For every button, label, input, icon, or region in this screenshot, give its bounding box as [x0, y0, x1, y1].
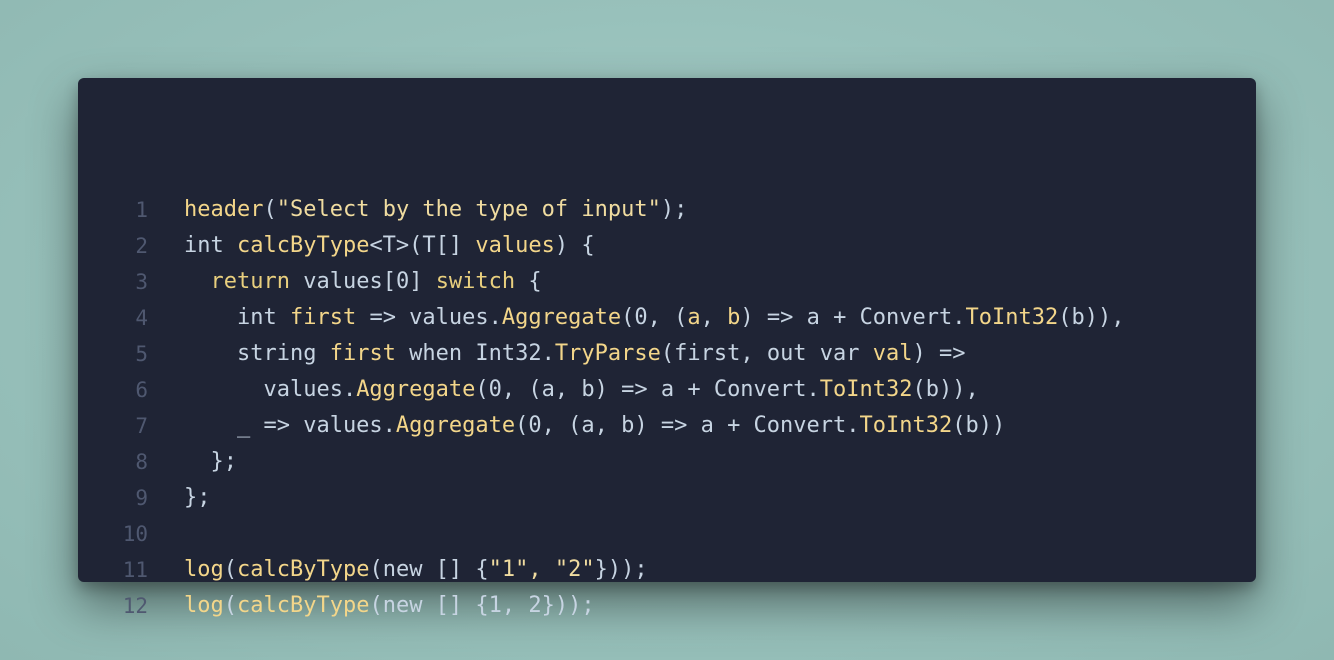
code-token: string [184, 341, 330, 366]
line-number: 1 [135, 198, 148, 222]
code-token: (0, (a, b) => a + Convert. [515, 413, 860, 438]
code-line: 4 int first => values.Aggregate(0, (a, b… [78, 300, 1256, 336]
code-line: 12 log(calcByType(new [] {1, 2})); [78, 588, 1256, 624]
code-token: ToInt32 [965, 305, 1059, 330]
code-token: Aggregate [356, 377, 476, 402]
code-line: 2 int calcByType<T>(T[] values) { [78, 228, 1256, 264]
code-token: log [184, 593, 224, 618]
code-token: Aggregate [501, 305, 622, 330]
code-line: 1 header("Select by the type of input"); [78, 192, 1256, 228]
code-token: int [184, 233, 237, 258]
line-number: 6 [135, 378, 148, 402]
line-code: int calcByType<T>(T[] values) { [184, 228, 595, 264]
code-token: values. [184, 377, 357, 402]
code-line: 11 log(calcByType(new [] {"1", "2"})); [78, 552, 1256, 588]
code-token: ) { [554, 233, 595, 258]
code-token: }; [184, 485, 211, 510]
code-token: (b)), [1058, 305, 1125, 330]
code-token: (new [] {1, 2})); [369, 593, 595, 618]
code-card: 1 header("Select by the type of input"); 2… [78, 78, 1256, 618]
code-line: 5 string first when Int32.TryParse(first… [78, 336, 1256, 372]
code-token: ( [223, 593, 237, 618]
code-token: calcByType [237, 557, 370, 582]
code-token: "Select by the type of input" [276, 197, 661, 222]
line-number: 7 [135, 414, 148, 438]
line-number: 2 [135, 234, 148, 258]
code-line: 10 [78, 516, 1256, 552]
code-token: first [329, 341, 396, 366]
code-token: (first, out var [660, 341, 873, 366]
code-token: int [184, 305, 290, 330]
code-block: 1 header("Select by the type of input"); 2… [78, 192, 1256, 624]
code-token: ToInt32 [859, 413, 953, 438]
code-token: }; [184, 449, 237, 474]
code-token: (b)) [952, 413, 1006, 438]
line-code: values.Aggregate(0, (a, b) => a + Conver… [184, 372, 979, 408]
code-token: (0, (a, b) => a + Convert. [475, 377, 820, 402]
line-code: header("Select by the type of input"); [184, 192, 687, 228]
code-token: (b)), [912, 377, 979, 402]
code-token: <T>(T[] [369, 233, 476, 258]
code-token: (0, ( [621, 305, 688, 330]
code-token: values[0] [289, 269, 436, 294]
code-token: _ => values. [184, 413, 396, 438]
code-token: calcByType [236, 233, 370, 258]
code-token: ) => [912, 341, 966, 366]
code-token: return [210, 269, 290, 294]
line-code: return values[0] switch { [184, 264, 542, 300]
code-token: ToInt32 [819, 377, 913, 402]
code-token: Aggregate [395, 413, 516, 438]
code-token: ); [660, 197, 688, 222]
code-token: "1", "2" [488, 557, 595, 582]
code-token: })); [594, 557, 648, 582]
line-number: 5 [135, 342, 148, 366]
code-token: (new [] { [369, 557, 489, 582]
code-token: when Int32. [395, 341, 555, 366]
line-code: }; [184, 444, 237, 480]
code-token: first [289, 305, 357, 330]
code-token: ( [263, 197, 277, 222]
code-token: switch [435, 269, 516, 294]
line-code: int first => values.Aggregate(0, (a, b) … [184, 300, 1125, 336]
code-token: { [515, 269, 542, 294]
line-number: 8 [135, 450, 148, 474]
line-number: 3 [135, 270, 148, 294]
line-code: string first when Int32.TryParse(first, … [184, 336, 966, 372]
code-token: log [184, 557, 224, 582]
code-line: 6 values.Aggregate(0, (a, b) => a + Conv… [78, 372, 1256, 408]
code-line: 8 }; [78, 444, 1256, 480]
code-token: ( [223, 557, 237, 582]
line-number: 12 [122, 594, 148, 618]
line-code: log(calcByType(new [] {1, 2})); [184, 588, 595, 624]
code-line: 7 _ => values.Aggregate(0, (a, b) => a +… [78, 408, 1256, 444]
code-token: TryParse [554, 341, 661, 366]
line-code: log(calcByType(new [] {"1", "2"})); [184, 552, 648, 588]
code-token: a [687, 305, 701, 330]
line-code: _ => values.Aggregate(0, (a, b) => a + C… [184, 408, 1005, 444]
code-token: b [727, 305, 741, 330]
line-number: 10 [122, 522, 148, 546]
code-token: header [184, 197, 264, 222]
code-token: val [872, 341, 913, 366]
code-line: 9}; [78, 480, 1256, 516]
code-token: ) => a + Convert. [740, 305, 966, 330]
line-number: 11 [122, 558, 148, 582]
code-token: calcByType [237, 593, 370, 618]
code-line: 3 return values[0] switch { [78, 264, 1256, 300]
code-token: values [475, 233, 555, 258]
line-number: 4 [135, 306, 148, 330]
line-number: 9 [135, 486, 148, 510]
code-token: => values. [356, 305, 502, 330]
line-code: }; [184, 480, 211, 516]
code-token: , [700, 305, 728, 330]
